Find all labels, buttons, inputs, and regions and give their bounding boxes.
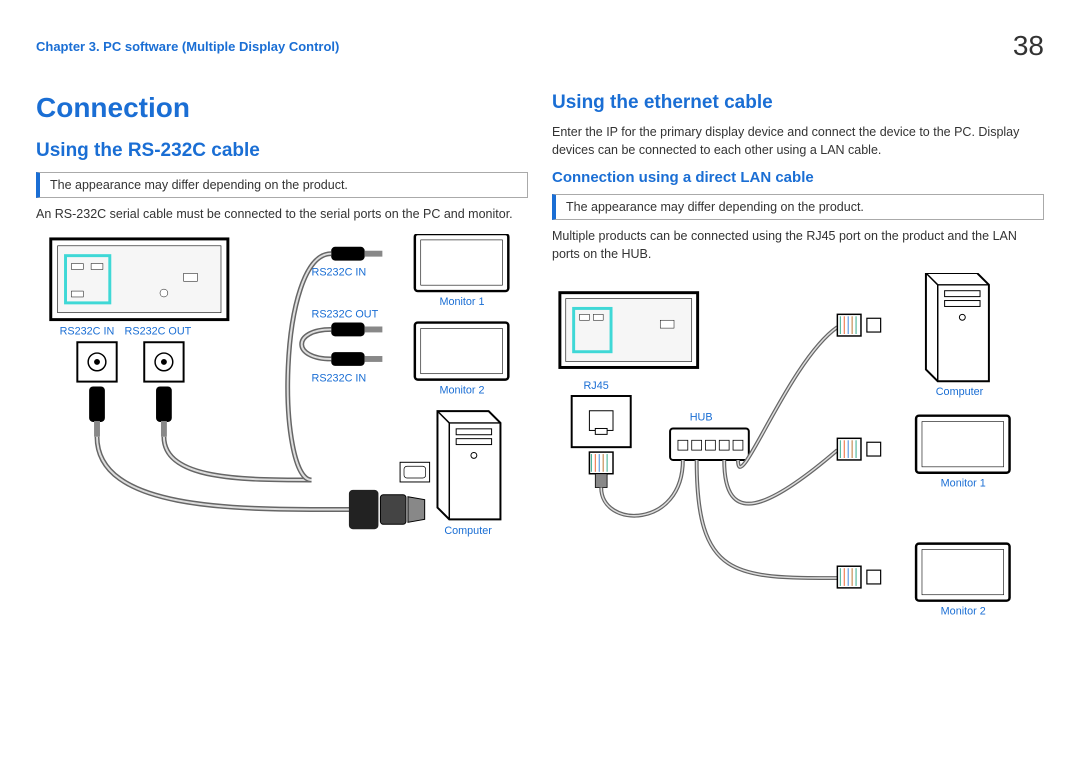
port-out-icon [144,342,183,381]
note-rs232c: The appearance may differ depending on t… [36,172,528,198]
page-title: Connection [36,92,528,124]
label-monitor2: Monitor 2 [439,384,484,396]
right-column: Using the ethernet cable Enter the IP fo… [552,92,1044,637]
jack-m1-in-icon [331,246,382,260]
computer-icon [437,411,500,519]
section-lan: Connection using a direct LAN cable [552,169,1044,186]
lan-monitor1-icon [916,416,1009,473]
monitor-back-icon [51,238,228,319]
lan-computer-icon [926,273,989,381]
rj45-plug-m2-icon [837,566,861,588]
body-rs232c: An RS-232C serial cable must be connecte… [36,206,528,224]
note-lan: The appearance may differ depending on t… [552,194,1044,220]
label-rs232c-out-2: RS232C OUT [312,308,379,320]
jack-m2-out-icon [331,322,382,336]
body-ethernet-1: Enter the IP for the primary display dev… [552,124,1044,159]
monitor1-icon [415,234,508,291]
lan-monitor2-icon [916,544,1009,601]
jack-out-icon [156,386,172,436]
label-lan-monitor1: Monitor 1 [941,478,986,490]
body-ethernet-2: Multiple products can be connected using… [552,228,1044,263]
section-ethernet: Using the ethernet cable [552,92,1044,114]
diagram-rs232c: RS232C IN RS232C OUT [36,234,528,559]
rj45-plug-m1-icon [837,438,861,460]
section-rs232c: Using the RS-232C cable [36,140,528,162]
port-in-icon [77,342,116,381]
label-lan-monitor2: Monitor 2 [941,605,986,617]
rj45-socket-m1-icon [867,442,881,456]
rj45-socket-m2-icon [867,570,881,584]
label-rs232c-in-2: RS232C IN [312,266,367,278]
label-computer-left: Computer [444,525,492,537]
left-column: Connection Using the RS-232C cable The a… [36,92,528,637]
chapter-label: Chapter 3. PC software (Multiple Display… [36,39,339,54]
rj45-socket-computer-icon [867,318,881,332]
jack-in-icon [89,386,105,436]
rj45-plug-icon [589,452,613,487]
hub-icon [670,428,749,459]
label-computer-right: Computer [936,386,984,398]
jack-m2-in-icon [331,352,382,366]
diagram-lan: RJ45 HUB [552,273,1044,637]
rj45-plug-computer-icon [837,314,861,336]
monitor2-icon [415,322,508,379]
label-rj45: RJ45 [583,380,608,392]
rj45-port-icon [572,396,631,447]
label-rs232c-out-1: RS232C OUT [125,325,192,337]
label-rs232c-in-3: RS232C IN [312,372,367,384]
label-hub: HUB [690,412,713,424]
label-monitor1: Monitor 1 [439,295,484,307]
db9-port-icon [400,462,430,482]
db9-connector-icon [349,489,425,528]
page-number: 38 [1013,30,1044,62]
label-rs232c-in-1: RS232C IN [60,325,115,337]
lan-monitor-back-icon [560,293,698,368]
